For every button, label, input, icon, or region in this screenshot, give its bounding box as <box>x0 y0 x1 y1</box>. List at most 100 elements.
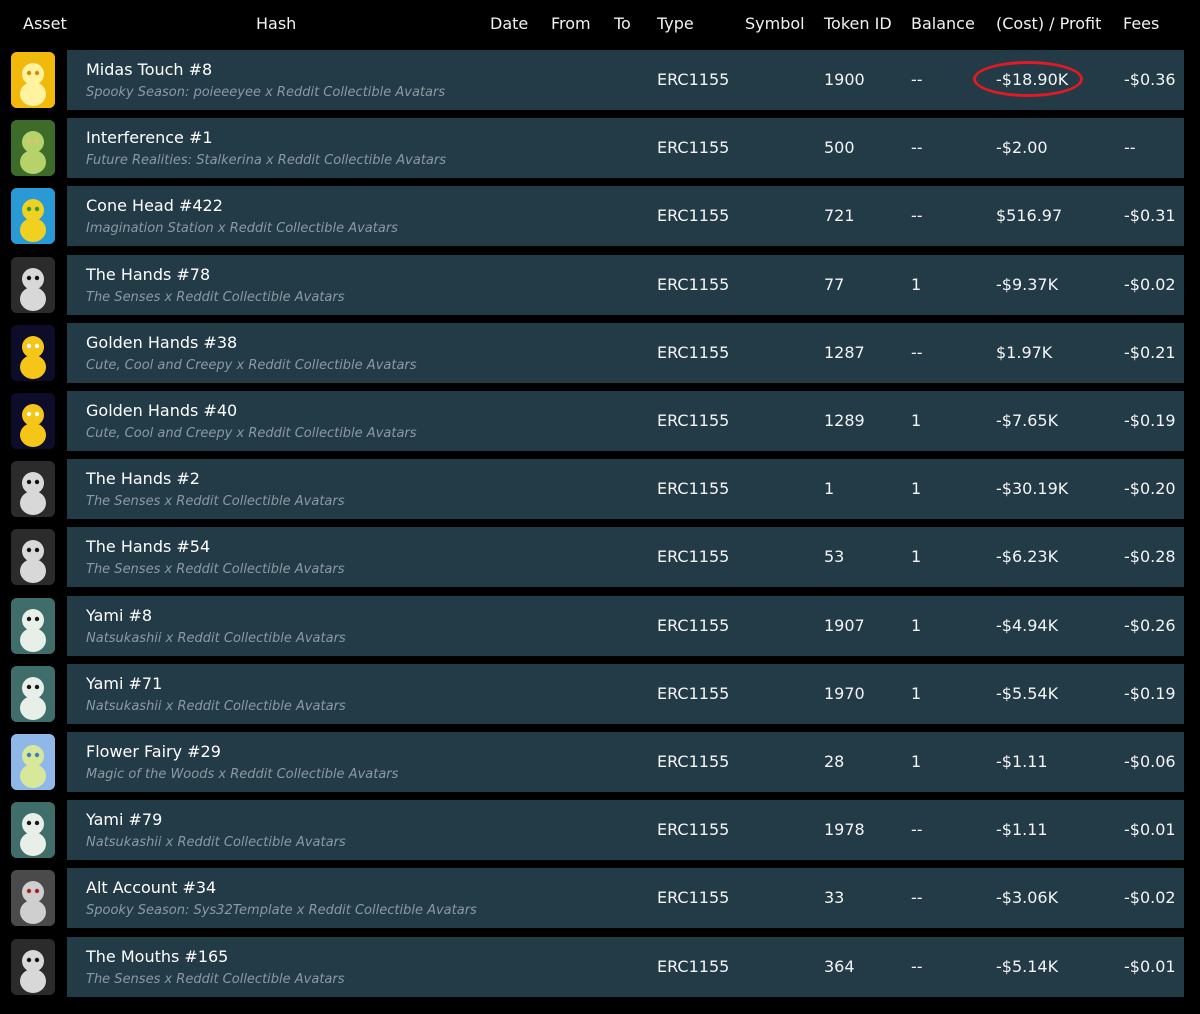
header-hash[interactable]: Hash <box>256 14 296 33</box>
token-id: 1900 <box>824 70 865 89</box>
token-type: ERC1155 <box>657 547 730 566</box>
table-row[interactable]: The Hands #54 The Senses x Reddit Collect… <box>0 527 1200 587</box>
token-type: ERC1155 <box>657 479 730 498</box>
avatar-thumbnail[interactable] <box>11 802 55 858</box>
header-balance[interactable]: Balance <box>911 14 975 33</box>
table-row[interactable]: The Hands #78 The Senses x Reddit Collect… <box>0 255 1200 315</box>
balance-value: 1 <box>911 616 922 635</box>
balance-value: 1 <box>911 547 922 566</box>
token-id: 500 <box>824 138 855 157</box>
table-row[interactable]: Yami #8 Natsukashii x Reddit Collectible … <box>0 596 1200 656</box>
asset-name[interactable]: The Mouths #165 <box>86 947 228 966</box>
cost-profit-value: -$7.65K <box>996 411 1059 430</box>
table-row[interactable]: Flower Fairy #29 Magic of the Woods x Red… <box>0 732 1200 792</box>
token-type: ERC1155 <box>657 138 730 157</box>
cost-profit-value: $1.97K <box>996 343 1053 362</box>
asset-name[interactable]: Cone Head #422 <box>86 196 223 215</box>
header-to[interactable]: To <box>614 14 631 33</box>
fees-value: -$0.28 <box>1124 547 1176 566</box>
table-row[interactable]: Yami #79 Natsukashii x Reddit Collectible… <box>0 800 1200 860</box>
asset-collection: The Senses x Reddit Collectible Avatars <box>86 972 345 987</box>
fees-value: -$0.21 <box>1124 343 1176 362</box>
header-fees[interactable]: Fees <box>1123 14 1159 33</box>
avatar-thumbnail[interactable] <box>11 120 55 176</box>
cost-profit-value: -$2.00 <box>996 138 1048 157</box>
table-row[interactable]: The Hands #2 The Senses x Reddit Collecti… <box>0 459 1200 519</box>
avatar-thumbnail[interactable] <box>11 870 55 926</box>
fees-value: -$0.19 <box>1124 684 1176 703</box>
token-id: 53 <box>824 547 845 566</box>
cost-profit-value: -$9.37K <box>996 275 1059 294</box>
asset-collection: The Senses x Reddit Collectible Avatars <box>86 562 345 577</box>
token-id: 364 <box>824 957 855 976</box>
fees-value: -$0.31 <box>1124 206 1176 225</box>
header-from[interactable]: From <box>551 14 591 33</box>
token-type: ERC1155 <box>657 684 730 703</box>
table-row[interactable]: Yami #71 Natsukashii x Reddit Collectible… <box>0 664 1200 724</box>
avatar-thumbnail[interactable] <box>11 461 55 517</box>
fees-value: -- <box>1124 138 1136 157</box>
balance-value: 1 <box>911 684 922 703</box>
table-row[interactable]: Golden Hands #40 Cute, Cool and Creepy x … <box>0 391 1200 451</box>
cost-profit-value: -$1.11 <box>996 820 1048 839</box>
avatar-thumbnail[interactable] <box>11 529 55 585</box>
token-id: 721 <box>824 206 855 225</box>
avatar-thumbnail[interactable] <box>11 188 55 244</box>
fees-value: -$0.19 <box>1124 411 1176 430</box>
avatar-thumbnail[interactable] <box>11 393 55 449</box>
asset-name[interactable]: Alt Account #34 <box>86 878 216 897</box>
table-row[interactable]: Alt Account #34 Spooky Season: Sys32Templ… <box>0 868 1200 928</box>
token-id: 1970 <box>824 684 865 703</box>
asset-collection: Spooky Season: poieeeyee x Reddit Collec… <box>86 85 446 100</box>
header-token-id[interactable]: Token ID <box>824 14 892 33</box>
avatar-thumbnail[interactable] <box>11 325 55 381</box>
avatar-thumbnail[interactable] <box>11 598 55 654</box>
asset-name[interactable]: The Hands #2 <box>86 469 200 488</box>
asset-collection: Cute, Cool and Creepy x Reddit Collectib… <box>86 358 417 373</box>
asset-name[interactable]: The Hands #78 <box>86 265 210 284</box>
token-type: ERC1155 <box>657 616 730 635</box>
asset-name[interactable]: Yami #71 <box>86 674 162 693</box>
asset-collection: Natsukashii x Reddit Collectible Avatars <box>86 699 346 714</box>
asset-name[interactable]: Golden Hands #40 <box>86 401 237 420</box>
avatar-thumbnail[interactable] <box>11 257 55 313</box>
avatar-thumbnail[interactable] <box>11 52 55 108</box>
fees-value: -$0.06 <box>1124 752 1176 771</box>
asset-name[interactable]: Yami #8 <box>86 606 152 625</box>
cost-profit-value: -$3.06K <box>996 888 1059 907</box>
cost-profit-value: -$30.19K <box>996 479 1069 498</box>
header-cost-profit[interactable]: (Cost) / Profit <box>996 14 1101 33</box>
table-row[interactable]: The Mouths #165 The Senses x Reddit Colle… <box>0 937 1200 997</box>
token-id: 1289 <box>824 411 865 430</box>
balance-value: -- <box>911 138 923 157</box>
avatar-thumbnail[interactable] <box>11 734 55 790</box>
cost-profit-value: -$5.54K <box>996 684 1059 703</box>
asset-name[interactable]: Flower Fairy #29 <box>86 742 221 761</box>
asset-name[interactable]: Yami #79 <box>86 810 162 829</box>
asset-name[interactable]: Golden Hands #38 <box>86 333 237 352</box>
fees-value: -$0.01 <box>1124 820 1176 839</box>
token-type: ERC1155 <box>657 411 730 430</box>
fees-value: -$0.01 <box>1124 957 1176 976</box>
avatar-thumbnail[interactable] <box>11 939 55 995</box>
header-symbol[interactable]: Symbol <box>745 14 805 33</box>
asset-collection: The Senses x Reddit Collectible Avatars <box>86 494 345 509</box>
header-asset[interactable]: Asset <box>23 14 67 33</box>
table-row[interactable]: Cone Head #422 Imagination Station x Redd… <box>0 186 1200 246</box>
asset-name[interactable]: Interference #1 <box>86 128 213 147</box>
token-id: 33 <box>824 888 845 907</box>
header-date[interactable]: Date <box>490 14 528 33</box>
cost-profit-value: $516.97 <box>996 206 1063 225</box>
balance-value: -- <box>911 70 923 89</box>
table-row[interactable]: Golden Hands #38 Cute, Cool and Creepy x … <box>0 323 1200 383</box>
token-id: 1 <box>824 479 835 498</box>
balance-value: -- <box>911 957 923 976</box>
asset-name[interactable]: The Hands #54 <box>86 537 210 556</box>
cost-profit-value: -$4.94K <box>996 616 1059 635</box>
table-row[interactable]: Interference #1 Future Realities: Stalker… <box>0 118 1200 178</box>
asset-name[interactable]: Midas Touch #8 <box>86 60 212 79</box>
asset-collection: Natsukashii x Reddit Collectible Avatars <box>86 631 346 646</box>
header-type[interactable]: Type <box>657 14 694 33</box>
asset-collection: The Senses x Reddit Collectible Avatars <box>86 290 345 305</box>
avatar-thumbnail[interactable] <box>11 666 55 722</box>
